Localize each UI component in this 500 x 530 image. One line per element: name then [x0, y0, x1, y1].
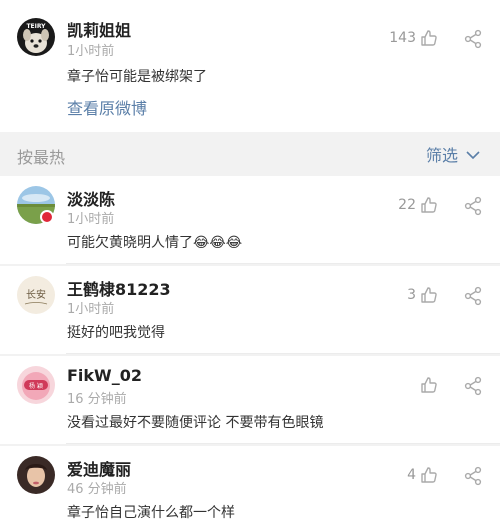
main-post-username[interactable]: 凯莉姐姐 — [67, 17, 131, 41]
comment-item: 杨 颖 FikW_02 16 分钟前 没看过最好不要随便评论 不要带有色眼镜 — [0, 356, 500, 444]
comment-like-button[interactable]: 22 — [398, 194, 438, 216]
avatar-brand-text: TEIRY — [26, 23, 46, 30]
verified-badge-icon — [40, 210, 54, 224]
avatar-calligraphy-text: 长安 — [26, 288, 46, 301]
cartoon-avatar-image: 杨 颖 — [17, 366, 55, 404]
comment-time: 1小时前 — [67, 212, 115, 227]
comment-item: 爱迪魔丽 46 分钟前 4 章子怡自己演什么都一个样 — [0, 446, 500, 530]
comment-text: 章子怡自己演什么都一个样 — [67, 505, 235, 521]
like-count: 22 — [398, 197, 416, 213]
comment-text: 没看过最好不要随便评论 不要带有色眼镜 — [67, 415, 324, 431]
avatar[interactable]: TEIRY — [17, 18, 55, 56]
share-icon[interactable] — [463, 466, 483, 486]
like-count: 143 — [389, 30, 416, 46]
comment-username[interactable]: 淡淡陈 — [67, 186, 115, 210]
divider — [66, 443, 500, 444]
portrait-avatar-image — [17, 456, 55, 494]
thumbs-up-icon — [420, 286, 438, 304]
share-icon[interactable] — [463, 376, 483, 396]
thumbs-up-icon — [420, 196, 438, 214]
avatar-name-text: 杨 颖 — [29, 382, 43, 390]
like-count: 4 — [407, 467, 416, 483]
comment-username[interactable]: 爱迪魔丽 — [67, 456, 131, 480]
share-icon[interactable] — [463, 196, 483, 216]
main-post-like-button[interactable]: 143 — [389, 27, 438, 49]
comment-like-button[interactable] — [416, 374, 438, 396]
thumbs-up-icon — [420, 466, 438, 484]
divider — [66, 353, 500, 354]
dog-avatar-image: TEIRY — [17, 18, 55, 56]
comment-username[interactable]: 王鹤棣81223 — [67, 276, 171, 300]
share-icon[interactable] — [463, 29, 483, 49]
thumbs-up-icon — [420, 29, 438, 47]
comment-text: 可能欠黄晓明人情了😂😂😂 — [67, 235, 243, 251]
thumbs-up-icon — [420, 376, 438, 394]
comment-item: 淡淡陈 1小时前 22 可能欠黄晓明人情了😂😂😂 — [0, 176, 500, 264]
view-original-link[interactable]: 查看原微博 — [67, 95, 147, 119]
comment-like-button[interactable]: 4 — [407, 464, 438, 486]
comment-time: 46 分钟前 — [67, 482, 127, 497]
sort-by-hot-label[interactable]: 按最热 — [17, 144, 65, 168]
share-icon[interactable] — [463, 286, 483, 306]
main-post: TEIRY 凯莉姐姐 1小时前 143 章子怡可能是被绑架了 查看原微博 — [0, 0, 500, 132]
comment-time: 1小时前 — [67, 302, 115, 317]
avatar[interactable]: 杨 颖 — [17, 366, 55, 404]
sort-bar: 按最热 筛选 — [0, 136, 500, 172]
comment-text: 挺好的吧我觉得 — [67, 325, 165, 341]
comment-like-button[interactable]: 3 — [407, 284, 438, 306]
divider — [66, 263, 500, 264]
like-count: 3 — [407, 287, 416, 303]
comment-username[interactable]: FikW_02 — [67, 366, 142, 385]
filter-button[interactable]: 筛选 — [426, 142, 480, 166]
filter-label: 筛选 — [425, 146, 458, 165]
calligraphy-avatar-image: 长安 — [17, 276, 55, 314]
avatar[interactable]: 长安 — [17, 276, 55, 314]
comment-item: 长安 王鹤棣81223 1小时前 3 挺好的吧我觉得 — [0, 266, 500, 354]
comment-time: 16 分钟前 — [67, 392, 127, 407]
main-post-text: 章子怡可能是被绑架了 — [67, 69, 207, 85]
avatar[interactable] — [17, 456, 55, 494]
main-post-time: 1小时前 — [67, 44, 115, 59]
chevron-down-icon — [466, 145, 480, 164]
